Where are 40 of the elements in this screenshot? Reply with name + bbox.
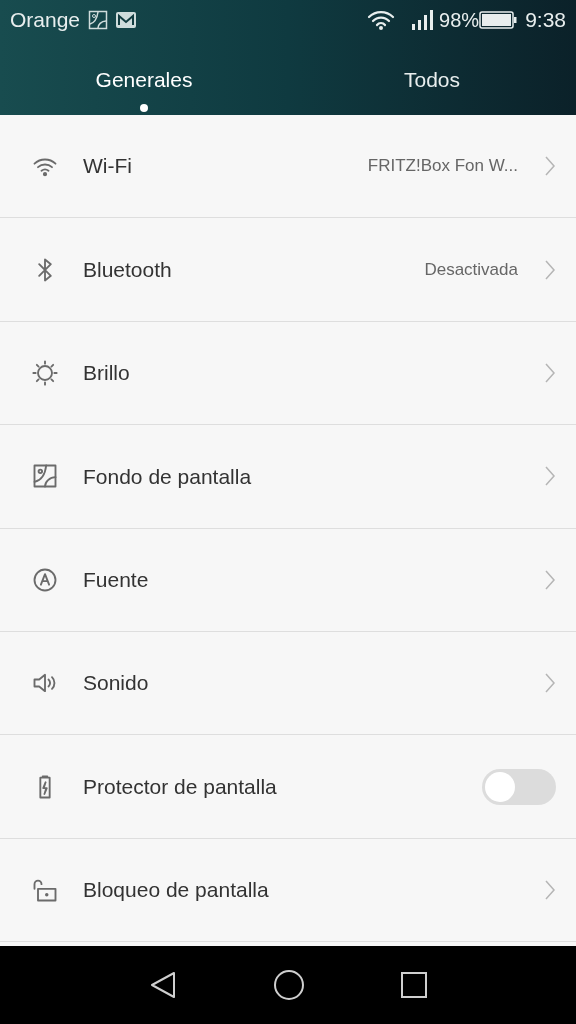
chevron-icon — [544, 465, 556, 488]
setting-label: Bloqueo de pantalla — [83, 877, 269, 904]
carrier-name: Orange — [10, 7, 81, 34]
setting-label: Fondo de pantalla — [83, 463, 252, 490]
image-icon — [88, 10, 109, 30]
tab[interactable]: Todos — [288, 40, 576, 115]
chevron-icon — [544, 258, 556, 281]
setting-label: Wi-Fi — [83, 153, 132, 180]
tab[interactable]: Generales — [0, 40, 288, 115]
chevron-icon — [544, 568, 556, 591]
mail-icon — [116, 12, 137, 28]
setting-label: Fuente — [83, 567, 149, 593]
clock: 9:38 — [525, 7, 566, 34]
home-icon[interactable] — [273, 969, 305, 1001]
settings-row[interactable]: Bluetooth Desactivada — [0, 218, 576, 322]
toggle-switch[interactable] — [482, 768, 556, 805]
signal-icon — [411, 10, 436, 30]
chevron-icon — [544, 361, 556, 384]
chevron-icon — [544, 672, 556, 695]
setting-label: Bluetooth — [83, 256, 172, 283]
settings-row[interactable]: Bloqueo de pantalla — [0, 838, 576, 943]
chevron-icon — [544, 878, 556, 901]
brightness-icon — [31, 358, 59, 387]
setting-value: FRITZ!Box Fon W... — [367, 155, 518, 178]
settings-row[interactable]: Fuente — [0, 528, 576, 632]
recent-apps-icon[interactable] — [400, 971, 429, 999]
settings-row[interactable]: Brillo — [0, 321, 576, 426]
settings-row[interactable]: Fondo de pantalla — [0, 425, 576, 529]
settings-row[interactable]: Sonido — [0, 631, 576, 736]
settings-row[interactable]: Wi-Fi FRITZ!Box Fon W... — [0, 115, 576, 219]
settings-row[interactable]: Protector de pantalla — [0, 735, 576, 839]
switch-thumb — [485, 771, 515, 802]
setting-label: Protector de pantalla — [83, 773, 277, 800]
battery-percent: 98% — [439, 8, 480, 33]
wifi-icon — [367, 9, 396, 31]
setting-label: Brillo — [83, 360, 130, 387]
setting-value: Desactivada — [424, 258, 518, 281]
battery-icon — [479, 11, 518, 29]
setting-label: Sonido — [83, 670, 149, 697]
chevron-icon — [544, 155, 556, 178]
